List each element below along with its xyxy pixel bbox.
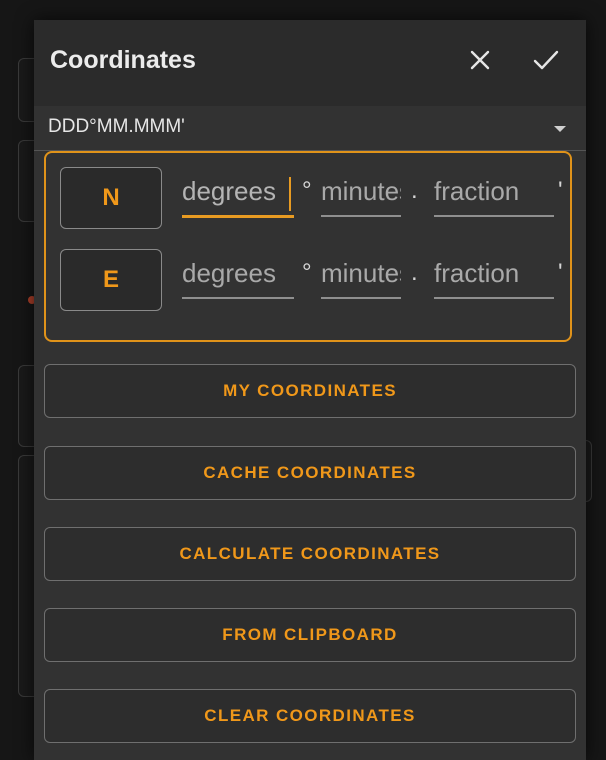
dropdown-caret-icon [554,126,566,132]
format-selected-value: DDD°MM.MMM' [48,116,185,137]
decimal-point: . [411,259,418,286]
coordinate-format-dropdown[interactable]: DDD°MM.MMM' [34,106,586,151]
longitude-minutes-input[interactable]: minutes [321,253,401,299]
dialog-title: Coordinates [50,46,196,74]
dialog-header: Coordinates [34,20,586,106]
degree-symbol: ° [302,177,312,204]
coordinate-input-group: N degrees ° minutes . fraction ' E degre… [44,151,572,342]
cache-coordinates-button[interactable]: CACHE COORDINATES [44,446,576,500]
decimal-point: . [411,177,418,204]
latitude-degrees-input[interactable]: degrees [182,171,294,218]
longitude-degrees-input[interactable]: degrees [182,253,294,299]
calculate-coordinates-button[interactable]: CALCULATE COORDINATES [44,527,576,581]
minute-symbol: ' [558,177,563,204]
clear-coordinates-button[interactable]: CLEAR COORDINATES [44,689,576,743]
latitude-minutes-input[interactable]: minutes [321,171,401,217]
check-icon[interactable] [524,38,568,82]
coordinates-dialog: Coordinates DDD°MM.MMM' N degrees ° minu… [34,20,586,760]
latitude-fraction-input[interactable]: fraction [434,171,554,217]
longitude-fraction-input[interactable]: fraction [434,253,554,299]
latitude-direction-button[interactable]: N [60,167,162,229]
minute-symbol: ' [558,259,563,286]
text-cursor [289,177,291,211]
close-icon[interactable] [458,38,502,82]
from-clipboard-button[interactable]: FROM CLIPBOARD [44,608,576,662]
longitude-direction-button[interactable]: E [60,249,162,311]
degree-symbol: ° [302,259,312,286]
my-coordinates-button[interactable]: MY COORDINATES [44,364,576,418]
